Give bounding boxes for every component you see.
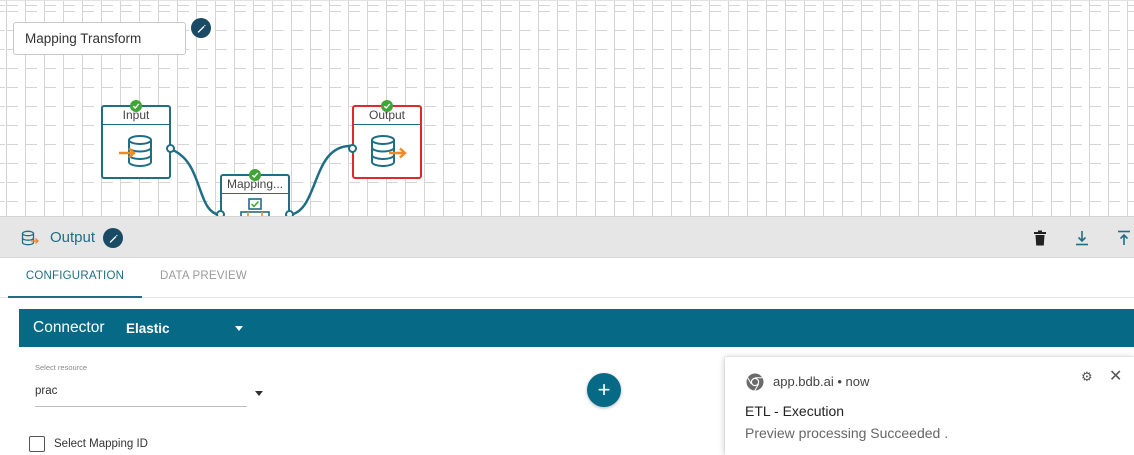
node-mapping[interactable]: Mapping...: [216, 169, 294, 216]
connector-label: Connector: [33, 319, 105, 336]
chrome-icon: [746, 373, 764, 391]
pipeline-canvas[interactable]: Mapping Transform Input Mapping... Outpu…: [0, 0, 1134, 216]
wire-mapping-to-output: [286, 144, 353, 216]
download-icon[interactable]: [1072, 227, 1092, 249]
resource-dropdown-caret-icon[interactable]: [255, 391, 263, 396]
resource-select[interactable]: prac: [35, 380, 263, 407]
edit-pipeline-name-icon[interactable]: [191, 18, 211, 38]
connector-dropdown-caret-icon[interactable]: [235, 326, 243, 331]
trash-icon[interactable]: [1030, 227, 1050, 249]
gear-icon[interactable]: ⚙: [1081, 369, 1093, 385]
connector-select-value[interactable]: Elastic: [126, 321, 170, 336]
browser-notification[interactable]: app.bdb.ai • now ⚙ ✕ ETL - Execution Pre…: [725, 357, 1134, 455]
app-root: Mapping Transform Input Mapping... Outpu…: [0, 0, 1134, 455]
pipeline-name-field[interactable]: Mapping Transform: [13, 22, 186, 55]
database-export-icon: [371, 135, 407, 167]
panel-tabs: CONFIGURATION DATA PREVIEW: [0, 258, 1134, 298]
close-icon[interactable]: ✕: [1109, 366, 1122, 386]
select-mapping-id-checkbox[interactable]: [29, 436, 45, 452]
notification-title: ETL - Execution: [745, 403, 845, 419]
database-import-icon: [119, 135, 152, 167]
success-check-icon: [130, 100, 142, 112]
notification-body: Preview processing Succeeded .: [745, 425, 949, 441]
database-export-small-icon: [21, 230, 39, 246]
node-output-in-port[interactable]: [348, 144, 357, 153]
notification-source: app.bdb.ai • now: [773, 374, 870, 389]
resource-select-value: prac: [35, 385, 58, 397]
connector-bar: Connector Elastic: [19, 309, 1134, 347]
add-button[interactable]: +: [587, 373, 621, 407]
node-input-out-port[interactable]: [166, 144, 175, 153]
node-input[interactable]: Input: [101, 100, 175, 179]
panel-title: Output: [50, 229, 96, 246]
component-panel-header: Output: [0, 216, 1134, 258]
select-mapping-id-label[interactable]: Select Mapping ID: [54, 438, 148, 450]
node-output[interactable]: Output: [348, 100, 422, 179]
edit-component-name-icon[interactable]: [103, 228, 123, 248]
mapping-transform-icon: [240, 198, 270, 216]
wire-input-to-mapping: [169, 147, 223, 216]
tab-data-preview[interactable]: DATA PREVIEW: [160, 258, 247, 298]
tab-configuration[interactable]: CONFIGURATION: [8, 258, 142, 298]
resource-field-label: Select resource: [35, 363, 88, 372]
upload-icon[interactable]: [1114, 227, 1134, 249]
success-check-icon: [249, 169, 261, 181]
success-check-icon: [381, 100, 393, 112]
